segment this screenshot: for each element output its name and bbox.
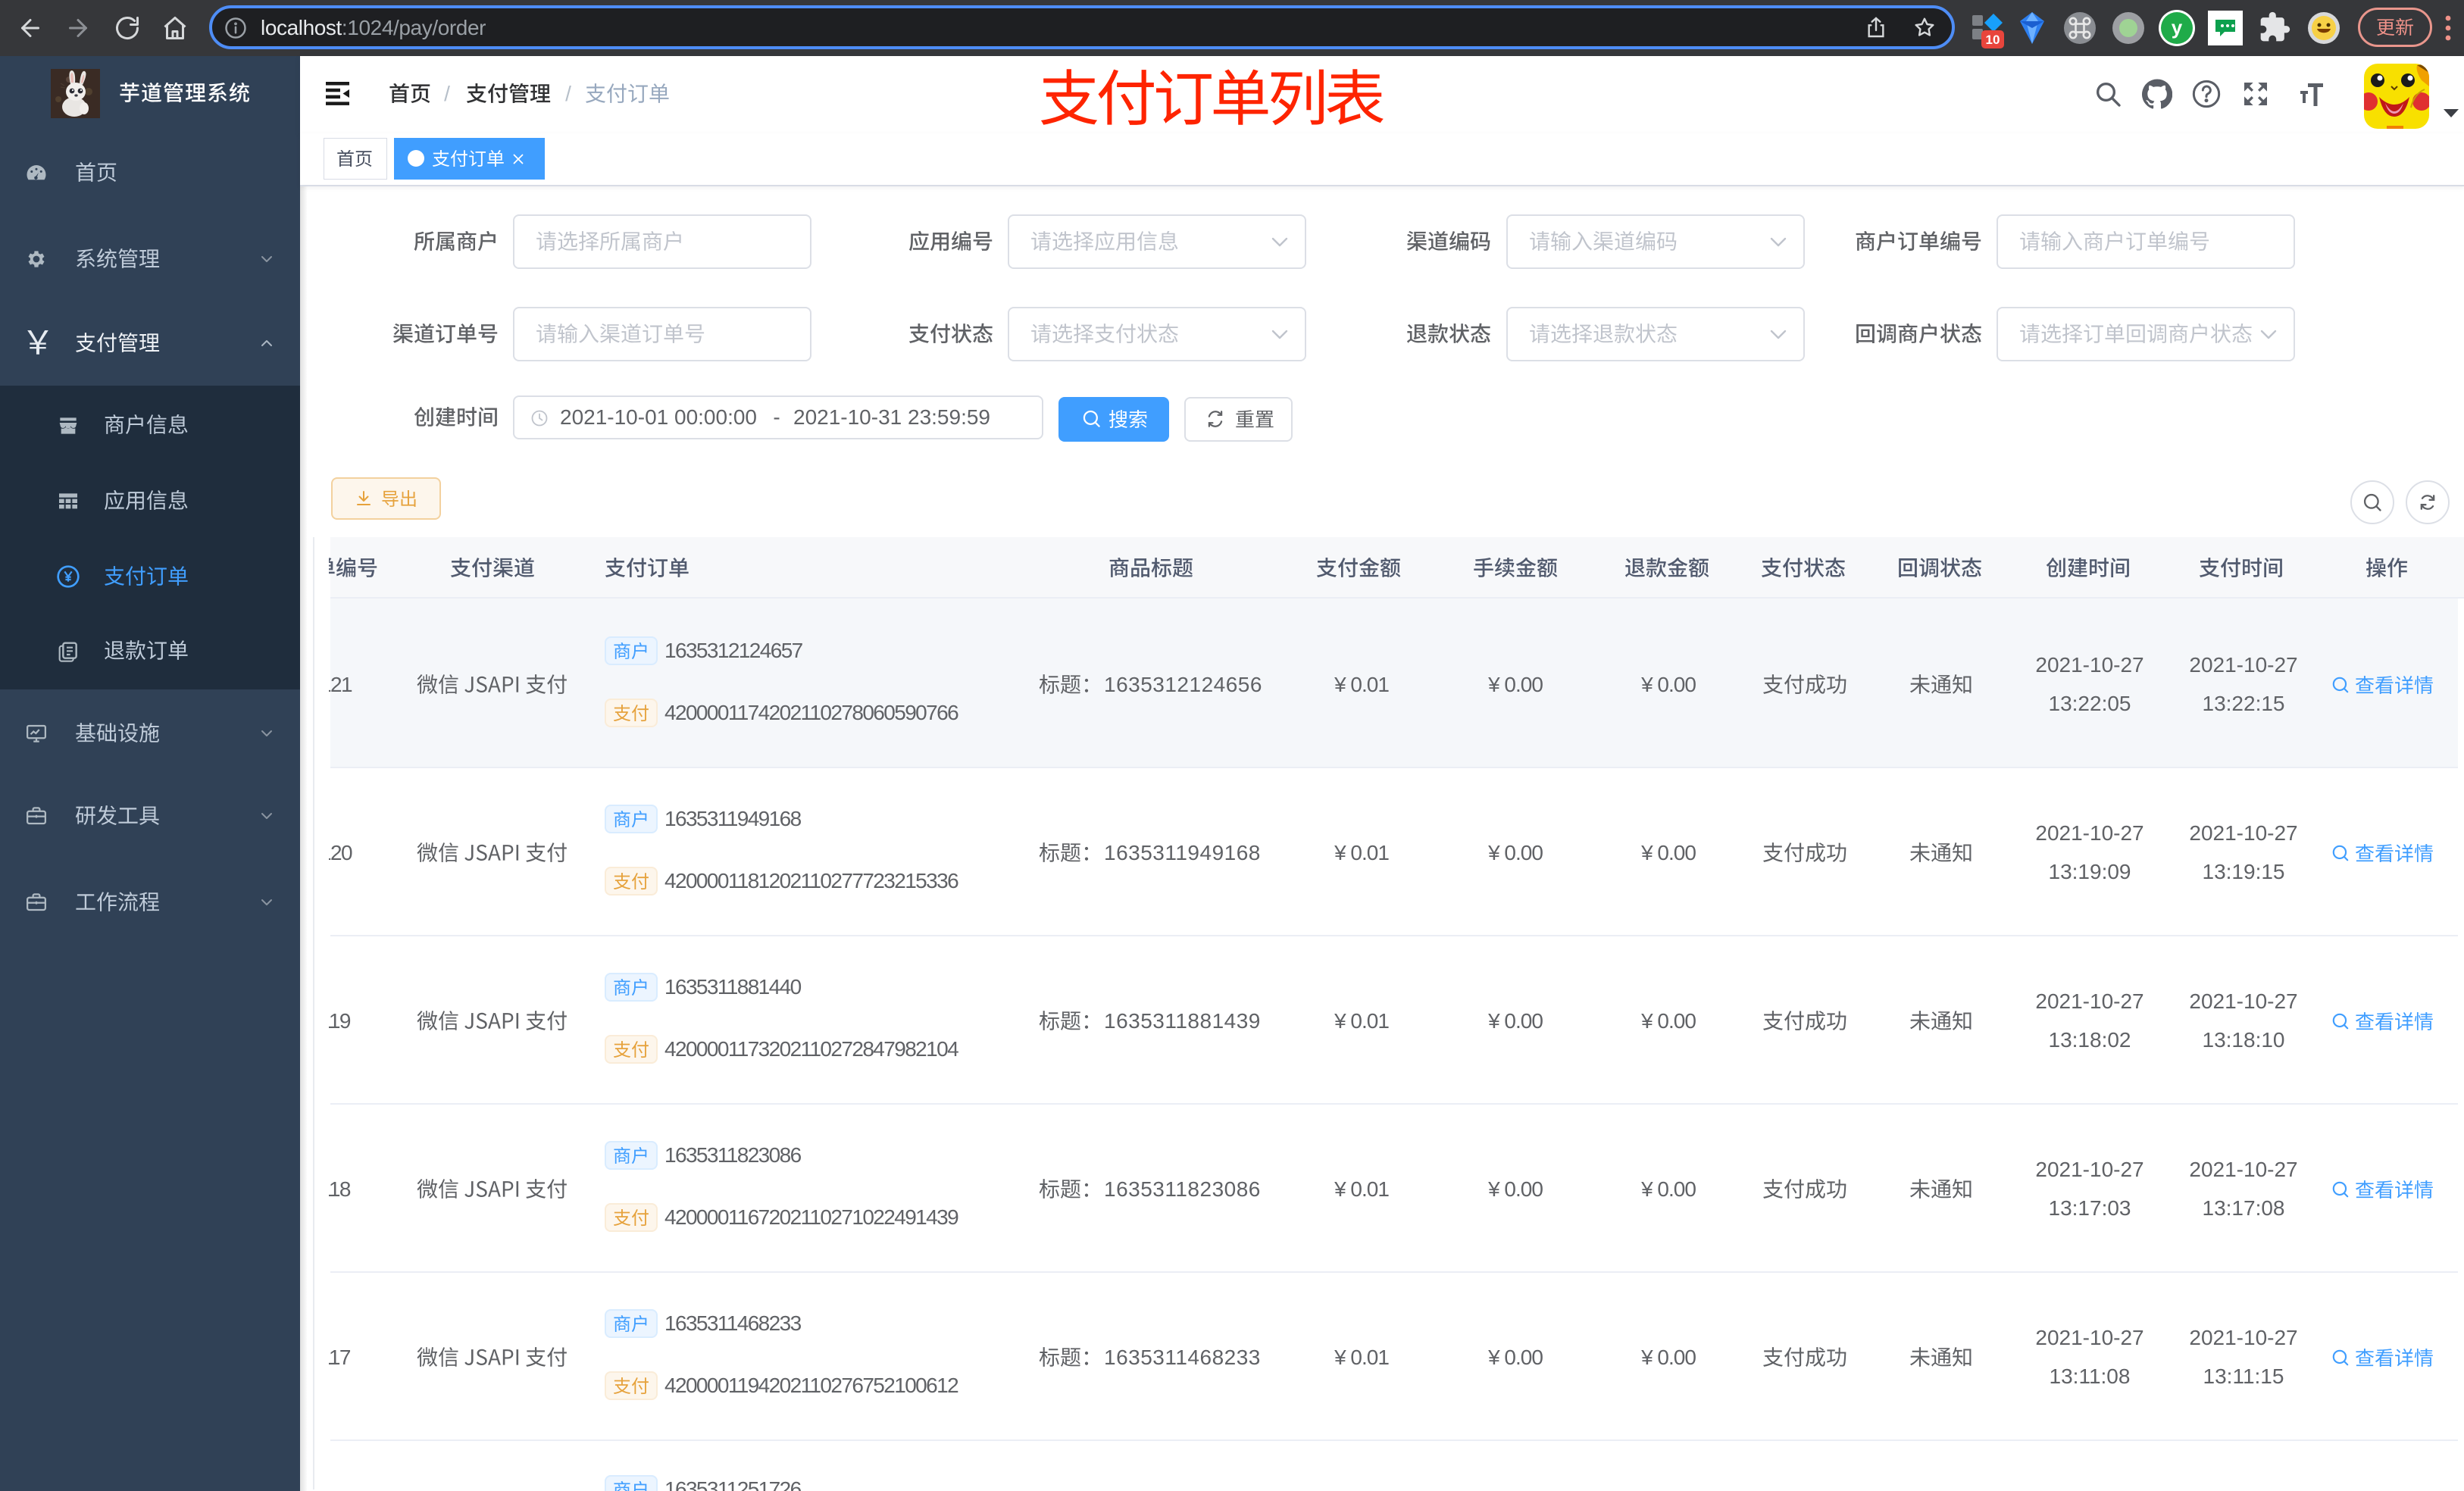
svg-text:y: y xyxy=(2172,16,2183,39)
svg-text:10: 10 xyxy=(1986,33,2000,47)
